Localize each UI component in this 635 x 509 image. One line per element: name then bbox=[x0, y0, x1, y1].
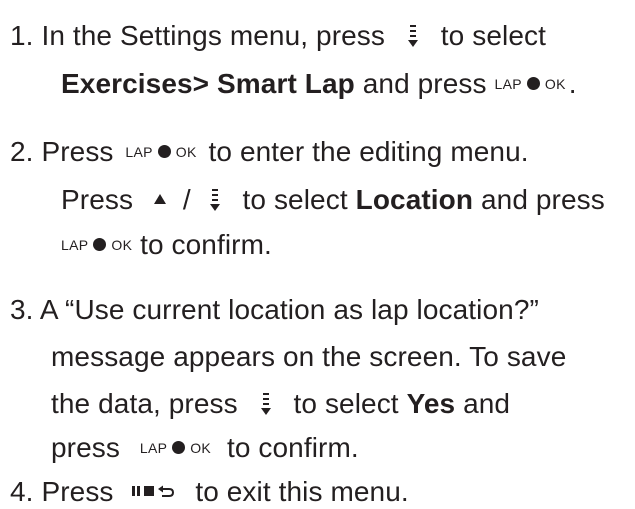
back-stop-button-icon bbox=[131, 484, 175, 498]
step-3-line-4: press LAP OK to confirm. bbox=[51, 431, 359, 467]
step-1-bold-path: Exercises> Smart Lap bbox=[61, 68, 355, 99]
step-2-line2-c: and press bbox=[480, 184, 605, 215]
step-2-line2-b: to select bbox=[242, 184, 348, 215]
ok-label: OK bbox=[190, 439, 212, 456]
step-1-line-1: 1. In the Settings menu, press to select bbox=[10, 19, 546, 53]
step-3-line1: A “Use current location as lap location?… bbox=[39, 294, 539, 325]
step-2-line-2: Press / to select Location and press bbox=[61, 183, 605, 217]
step-3-line2: message appears on the screen. To save bbox=[51, 341, 567, 372]
step-2-text-a: Press bbox=[41, 136, 114, 167]
ok-dot-icon bbox=[157, 145, 171, 159]
step-3-line3-c: and bbox=[463, 388, 511, 419]
down-button-icon bbox=[260, 391, 272, 417]
step-2-number: 2. bbox=[10, 136, 34, 167]
step-1-text-a: In the Settings menu, press bbox=[41, 20, 386, 51]
step-2-separator: / bbox=[182, 184, 191, 215]
ok-dot-icon bbox=[172, 441, 186, 455]
step-1-line-2: Exercises> Smart Lap and press LAP OK . bbox=[61, 67, 577, 103]
ok-label: OK bbox=[544, 75, 566, 92]
step-2-line-1: 2. Press LAP OK to enter the editing menu… bbox=[10, 135, 529, 171]
step-1-text-c: and press bbox=[362, 68, 487, 99]
lap-ok-button-icon: LAP OK bbox=[125, 135, 196, 169]
step-2-line-3: LAP OK to confirm. bbox=[61, 228, 272, 264]
ok-label: OK bbox=[111, 236, 133, 253]
step-4-text-b: to exit this menu. bbox=[195, 476, 409, 507]
step-3-line4-b: to confirm. bbox=[226, 432, 359, 463]
ok-dot-icon bbox=[93, 238, 107, 252]
step-4-line-1: 4. Press to exit this menu. bbox=[10, 475, 409, 509]
step-4-number: 4. bbox=[10, 476, 34, 507]
instruction-document: 1. In the Settings menu, press to select… bbox=[0, 0, 635, 507]
step-3-number: 3. bbox=[10, 294, 34, 325]
lap-ok-button-icon: LAP OK bbox=[495, 67, 566, 101]
step-2-line3-a: to confirm. bbox=[140, 229, 272, 260]
step-3-line3-b: to select bbox=[293, 388, 399, 419]
step-3-line3-a: the data, press bbox=[51, 388, 238, 419]
step-3-line-2: message appears on the screen. To save bbox=[51, 340, 566, 374]
lap-label: LAP bbox=[494, 75, 522, 92]
up-button-icon bbox=[153, 192, 167, 206]
lap-label: LAP bbox=[61, 236, 89, 253]
step-2-bold-item: Location bbox=[355, 184, 474, 215]
step-4-text-a: Press bbox=[41, 476, 114, 507]
step-1-text-d: . bbox=[568, 68, 577, 99]
step-1-text-b: to select bbox=[440, 20, 546, 51]
step-2-line2-a: Press bbox=[61, 184, 134, 215]
lap-label: LAP bbox=[125, 143, 153, 160]
step-3-line4-a: press bbox=[51, 432, 120, 463]
ok-label: OK bbox=[175, 143, 197, 160]
step-3-bold-item: Yes bbox=[406, 388, 456, 419]
step-1-number: 1. bbox=[10, 20, 34, 51]
down-button-icon bbox=[209, 187, 221, 213]
lap-label: LAP bbox=[139, 439, 168, 456]
lap-ok-button-icon: LAP OK bbox=[140, 431, 211, 465]
step-3-line-1: 3. A “Use current location as lap locati… bbox=[10, 293, 539, 327]
down-button-icon bbox=[407, 23, 419, 49]
step-2-text-b: to enter the editing menu. bbox=[208, 136, 529, 167]
ok-dot-icon bbox=[526, 77, 540, 91]
step-3-line-3: the data, press to select Yes and bbox=[51, 387, 510, 421]
lap-ok-button-icon: LAP OK bbox=[61, 228, 132, 262]
